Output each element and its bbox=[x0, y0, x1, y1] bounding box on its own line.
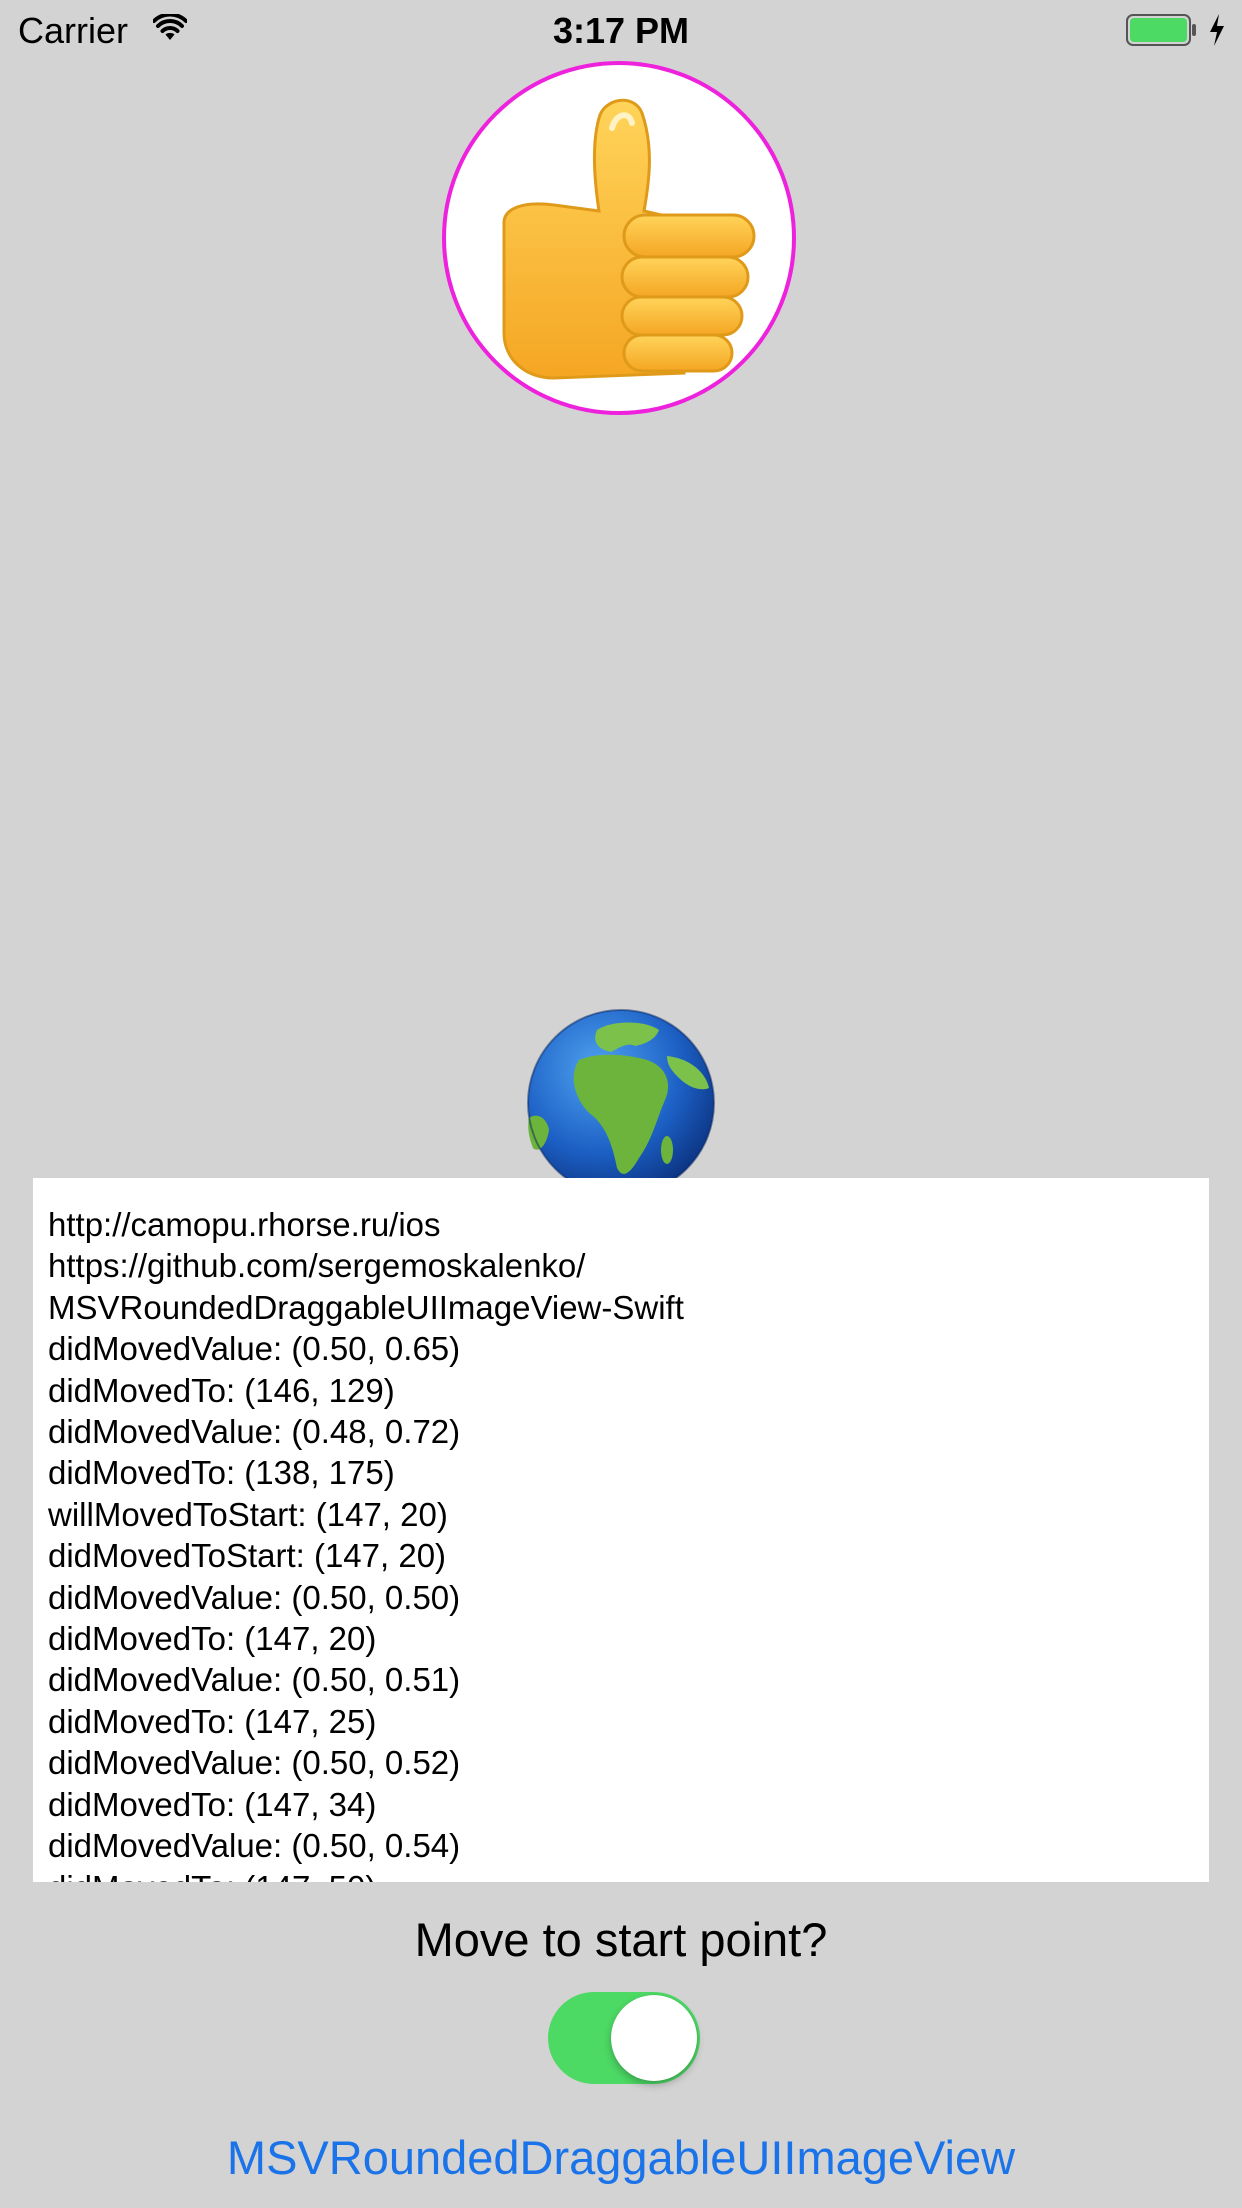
log-line: willMovedToStart: (147, 20) bbox=[48, 1495, 448, 1533]
battery-icon bbox=[1126, 14, 1196, 46]
log-line: didMovedToStart: (147, 20) bbox=[48, 1537, 447, 1575]
log-line: didMovedValue: (0.50, 0.51) bbox=[48, 1661, 461, 1699]
log-text-view[interactable]: http://camopu.rhorse.ru/ios https://gith… bbox=[33, 1178, 1209, 1882]
thumbs-up-icon bbox=[502, 98, 756, 380]
globe-icon[interactable] bbox=[527, 1008, 715, 1198]
log-line: didMovedValue: (0.50, 0.65) bbox=[48, 1330, 461, 1368]
status-time: 3:17 PM bbox=[552, 10, 690, 51]
project-title-link[interactable]: MSVRoundedDraggableUIImageView bbox=[0, 2128, 1242, 2188]
log-line: didMovedValue: (0.50, 0.54) bbox=[48, 1827, 461, 1865]
move-to-start-label: Move to start point? bbox=[414, 1913, 828, 1966]
log-line: didMovedTo: (138, 175) bbox=[48, 1454, 395, 1492]
log-line: http://camopu.rhorse.ru/ios bbox=[48, 1206, 441, 1243]
move-to-start-toggle[interactable] bbox=[548, 1992, 700, 2084]
log-line: didMovedTo: (147, 25) bbox=[48, 1702, 377, 1740]
log-line: didMovedTo: (146, 129) bbox=[48, 1371, 395, 1409]
log-line: didMovedTo: (147, 20) bbox=[48, 1620, 377, 1658]
log-line: didMovedValue: (0.48, 0.72) bbox=[48, 1413, 461, 1451]
status-bar: Carrier 3:17 PM bbox=[0, 0, 1242, 60]
toggle-knob[interactable] bbox=[611, 1995, 697, 2081]
log-line: https://github.com/sergemoskalenko/ bbox=[48, 1247, 586, 1285]
bolt-icon bbox=[1210, 14, 1224, 46]
draggable-image-view[interactable] bbox=[442, 61, 796, 415]
log-line: MSVRoundedDraggableUIImageView-Swift bbox=[48, 1288, 684, 1326]
log-line: didMovedTo: (147, 34) bbox=[48, 1785, 377, 1823]
log-line: didMovedValue: (0.50, 0.50) bbox=[48, 1578, 461, 1616]
log-line: didMovedTo: (147, 50) bbox=[48, 1867, 1209, 1883]
log-line: didMovedValue: (0.50, 0.52) bbox=[48, 1744, 461, 1782]
